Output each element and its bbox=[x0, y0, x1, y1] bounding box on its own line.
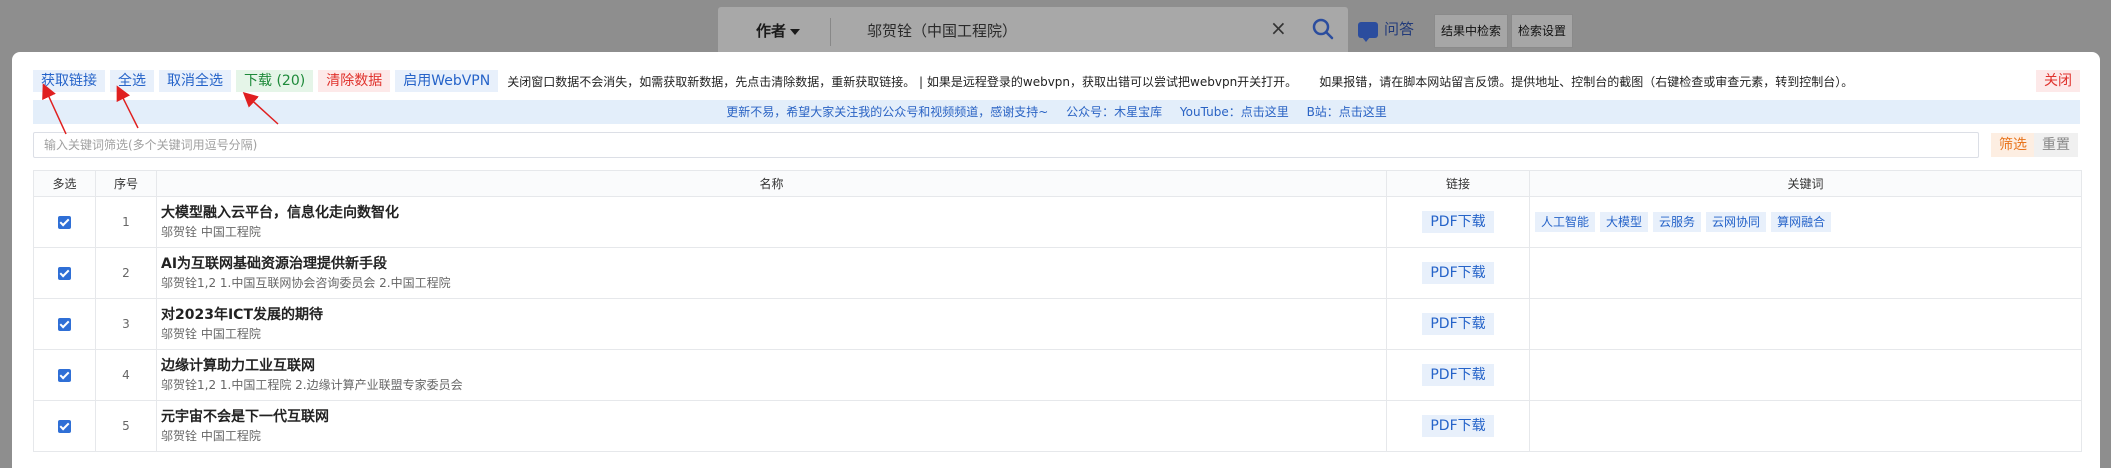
table-row: 1 大模型融入云平台，信息化走向数智化 邬贺铨 中国工程院 PDF下载 人工智能大… bbox=[33, 196, 2082, 248]
promo-bilibili-link[interactable]: B站：点击这里 bbox=[1307, 105, 1387, 119]
modal-toolbar: 获取链接 全选 取消全选 下载 (20) 清除数据 启用WebVPN 关闭窗口数… bbox=[33, 70, 1853, 92]
keywords-cell bbox=[1529, 349, 2082, 401]
article-authors: 邬贺铨 中国工程院 bbox=[161, 428, 261, 443]
error-report-note: 如果报错，请在脚本网站留言反馈。提供地址、控制台的截图（右键检查或审查元素，转到… bbox=[1319, 74, 1854, 89]
pdf-download-button[interactable]: PDF下载 bbox=[1422, 364, 1494, 386]
row-index: 4 bbox=[95, 349, 157, 401]
promo-text: 更新不易，希望大家关注我的公众号和视频频道，感谢支持~ bbox=[726, 105, 1049, 119]
article-title: 元宇宙不会是下一代互联网 bbox=[161, 408, 329, 425]
row-index: 3 bbox=[95, 298, 157, 350]
keyword-tag[interactable]: 云服务 bbox=[1653, 212, 1702, 232]
keywords-cell: 人工智能 大模型 云服务 云网协同 算网融合 bbox=[1529, 196, 2082, 248]
enable-webvpn-button[interactable]: 启用WebVPN bbox=[395, 70, 499, 92]
filter-button[interactable]: 筛选 bbox=[1991, 133, 2035, 157]
article-title: 对2023年ICT发展的期待 bbox=[161, 306, 323, 323]
keyword-tag[interactable]: 算网融合 bbox=[1771, 212, 1832, 232]
search-in-results-button[interactable]: 结果中检索 bbox=[1434, 14, 1509, 48]
table-row: 4 边缘计算助力工业互联网邬贺铨1,2 1.中国工程院 2.边缘计算产业联盟专家… bbox=[33, 349, 2082, 401]
table-row: 5 元宇宙不会是下一代互联网 邬贺铨 中国工程院 PDF下载 bbox=[33, 400, 2082, 452]
keywords-cell bbox=[1529, 298, 2082, 350]
promo-wechat[interactable]: 公众号：木星宝库 bbox=[1066, 105, 1162, 119]
keyword-tag[interactable]: 云网协同 bbox=[1706, 212, 1767, 232]
row-index: 1 bbox=[95, 196, 157, 248]
search-divider bbox=[830, 18, 831, 46]
toolbar-note: 关闭窗口数据不会消失，如需获取新数据，先点击清除数据，重新获取链接。 | 如果是… bbox=[507, 74, 1298, 89]
search-field-selector[interactable]: 作者 bbox=[756, 20, 801, 41]
clear-icon[interactable]: × bbox=[1270, 16, 1287, 40]
select-all-button[interactable]: 全选 bbox=[110, 70, 154, 92]
row-checkbox[interactable] bbox=[58, 420, 71, 433]
search-icon[interactable] bbox=[1312, 18, 1334, 40]
article-title: 大模型融入云平台，信息化走向数智化 bbox=[161, 204, 399, 221]
row-checkbox[interactable] bbox=[58, 369, 71, 382]
close-button[interactable]: 关闭 bbox=[2036, 70, 2080, 92]
table-row: 2 AI为互联网基础资源治理提供新手段邬贺铨1,2 1.中国互联网协会咨询委员会… bbox=[33, 247, 2082, 299]
header-index: 序号 bbox=[95, 170, 157, 197]
get-links-button[interactable]: 获取链接 bbox=[33, 70, 105, 92]
row-index: 2 bbox=[95, 247, 157, 299]
pdf-download-button[interactable]: PDF下载 bbox=[1422, 415, 1494, 437]
download-modal: 获取链接 全选 取消全选 下载 (20) 清除数据 启用WebVPN 关闭窗口数… bbox=[12, 52, 2100, 468]
row-checkbox[interactable] bbox=[58, 318, 71, 331]
pdf-download-button[interactable]: PDF下载 bbox=[1422, 211, 1494, 233]
keyword-filter-input[interactable] bbox=[33, 132, 1979, 158]
table-header-row: 多选 序号 名称 链接 关键词 bbox=[33, 170, 2082, 197]
pdf-download-button[interactable]: PDF下载 bbox=[1422, 313, 1494, 335]
pdf-download-button[interactable]: PDF下载 bbox=[1422, 262, 1494, 284]
header-name: 名称 bbox=[156, 170, 1387, 197]
clear-data-button[interactable]: 清除数据 bbox=[318, 70, 391, 92]
promo-youtube-link[interactable]: YouTube：点击这里 bbox=[1180, 105, 1289, 119]
results-table: 多选 序号 名称 链接 关键词 1 大模型融入云平台，信息化走向数智化 邬贺铨 中… bbox=[33, 170, 2082, 452]
article-authors: 邬贺铨1,2 1.中国工程院 2.边缘计算产业联盟专家委员会 bbox=[161, 377, 463, 392]
article-title: AI为互联网基础资源治理提供新手段 bbox=[161, 255, 388, 272]
search-query-text[interactable]: 邬贺铨（中国工程院） bbox=[867, 20, 1017, 41]
row-index: 5 bbox=[95, 400, 157, 452]
article-authors: 邬贺铨 中国工程院 bbox=[161, 326, 261, 341]
keyword-tag[interactable]: 大模型 bbox=[1600, 212, 1649, 232]
qa-button[interactable]: 问答 bbox=[1358, 18, 1414, 42]
table-row: 3 对2023年ICT发展的期待 邬贺铨 中国工程院 PDF下载 bbox=[33, 298, 2082, 350]
download-button[interactable]: 下载 (20) bbox=[236, 70, 314, 92]
chat-icon bbox=[1358, 21, 1378, 42]
article-authors: 邬贺铨1,2 1.中国互联网协会咨询委员会 2.中国工程院 bbox=[161, 275, 451, 290]
keyword-tag[interactable]: 人工智能 bbox=[1535, 212, 1596, 232]
header-keywords: 关键词 bbox=[1529, 170, 2082, 197]
article-title: 边缘计算助力工业互联网 bbox=[161, 357, 315, 374]
deselect-all-button[interactable]: 取消全选 bbox=[159, 70, 231, 92]
keywords-cell bbox=[1529, 247, 2082, 299]
background-search-bar bbox=[718, 7, 1348, 57]
reset-button[interactable]: 重置 bbox=[2034, 133, 2078, 157]
header-link: 链接 bbox=[1386, 170, 1530, 197]
header-select: 多选 bbox=[33, 170, 96, 197]
search-settings-button[interactable]: 检索设置 bbox=[1511, 14, 1574, 48]
keywords-cell bbox=[1529, 400, 2082, 452]
promo-banner: 更新不易，希望大家关注我的公众号和视频频道，感谢支持~ 公众号：木星宝库 You… bbox=[33, 100, 2080, 124]
article-authors: 邬贺铨 中国工程院 bbox=[161, 224, 261, 239]
row-checkbox[interactable] bbox=[58, 267, 71, 280]
chevron-down-icon bbox=[790, 28, 801, 35]
row-checkbox[interactable] bbox=[58, 216, 71, 229]
